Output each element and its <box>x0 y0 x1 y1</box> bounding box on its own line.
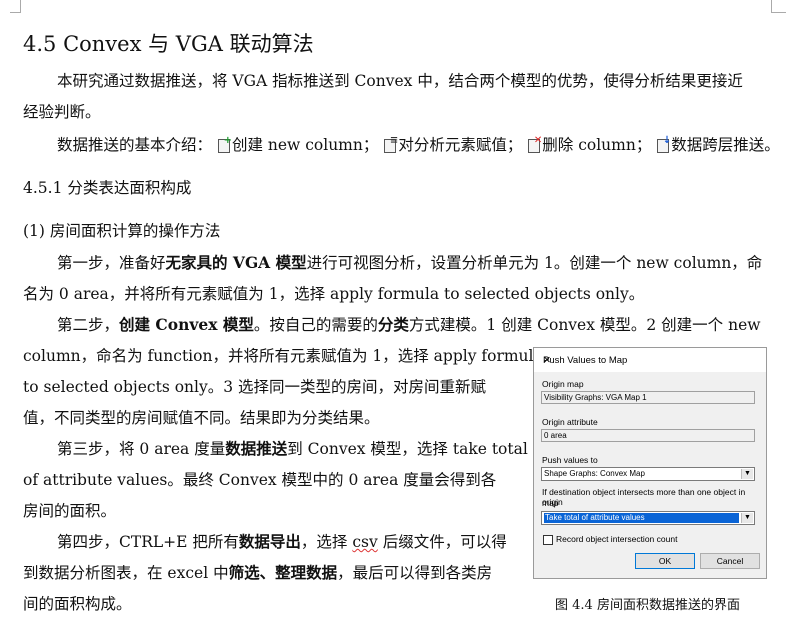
push-values-dialog: Push Values to Map ✕ Origin map Visibili… <box>533 347 767 579</box>
intersect-label-line2: map <box>542 498 559 508</box>
record-intersection-checkbox[interactable] <box>543 535 553 545</box>
ok-button[interactable]: OK <box>635 553 695 569</box>
step4-line2: 到数据分析图表，在 excel 中筛选、整理数据，最后可以得到各类房 <box>23 563 493 582</box>
push-values-to-label: Push values to <box>542 455 598 465</box>
step4-line3: 间的面积构成。 <box>23 595 132 613</box>
push-values-to-select[interactable]: Shape Graphs: Convex Map ▼ <box>541 467 755 481</box>
intro-paragraph: 本研究通过数据推送，将 VGA 指标推送到 Convex 中，结合两个模型的优势… <box>57 72 743 90</box>
step1-line2: 名为 0 area，并将所有元素赋值为 1，选择 apply formula t… <box>23 285 645 303</box>
new-column-icon: + <box>217 136 232 153</box>
intro-paragraph-line2: 经验判断。 <box>23 103 101 121</box>
method-heading: (1) 房间面积计算的操作方法 <box>23 222 221 240</box>
step2-line2: column，命名为 function，并将所有元素赋值为 1，选择 apply… <box>23 347 543 365</box>
chevron-down-icon[interactable]: ▼ <box>741 513 753 523</box>
step3-paragraph: 第三步，将 0 area 度量数据推送到 Convex 模型，选择 take t… <box>57 439 528 458</box>
step3-line3: 房间的面积。 <box>23 502 117 520</box>
step1-paragraph: 第一步，准备好无家具的 VGA 模型进行可视图分析，设置分析单元为 1。创建一个… <box>57 253 763 272</box>
page-corner-mark-left <box>10 0 21 13</box>
figure-caption: 图 4.4 房间面积数据推送的界面 <box>555 598 740 613</box>
edit-values-icon: ≡ <box>383 136 398 153</box>
close-icon[interactable]: ✕ <box>543 355 758 366</box>
origin-map-label: Origin map <box>542 379 584 389</box>
origin-attribute-field: 0 area <box>541 429 755 442</box>
intersect-label: If destination object intersects more th… <box>542 487 746 507</box>
origin-attribute-label: Origin attribute <box>542 417 598 427</box>
chevron-down-icon[interactable]: ▼ <box>741 469 753 479</box>
intersect-mode-select[interactable]: Take total of attribute values ▼ <box>541 511 755 525</box>
section-heading: 4.5 Convex 与 VGA 联动算法 <box>23 32 314 56</box>
step2-line3: to selected objects only。3 选择同一类型的房间，对房间… <box>23 378 487 396</box>
subsection-heading: 4.5.1 分类表达面积构成 <box>23 179 192 197</box>
page-corner-mark-right <box>771 0 786 13</box>
basic-intro-paragraph: 数据推送的基本介绍： + 创建 new column； ≡ 对分析元素赋值； ✕ 删除… <box>57 135 780 155</box>
record-intersection-label: Record object intersection count <box>556 534 678 544</box>
cancel-button[interactable]: Cancel <box>700 553 760 569</box>
step2-line4: 值，不同类型的房间赋值不同。结果即为分类结果。 <box>23 409 380 427</box>
step3-line2: of attribute values。最终 Convex 模型中的 0 are… <box>23 471 497 489</box>
push-values-icon: ↓ <box>656 136 671 153</box>
dialog-titlebar: Push Values to Map ✕ <box>534 348 766 372</box>
step4-paragraph: 第四步，CTRL+E 把所有数据导出，选择 csv 后缀文件，可以得 <box>57 532 507 551</box>
step2-paragraph: 第二步，创建 Convex 模型。按自己的需要的分类方式建模。1 创建 Conv… <box>57 315 761 334</box>
origin-map-field: Visibility Graphs: VGA Map 1 <box>541 391 755 404</box>
delete-column-icon: ✕ <box>527 136 542 153</box>
